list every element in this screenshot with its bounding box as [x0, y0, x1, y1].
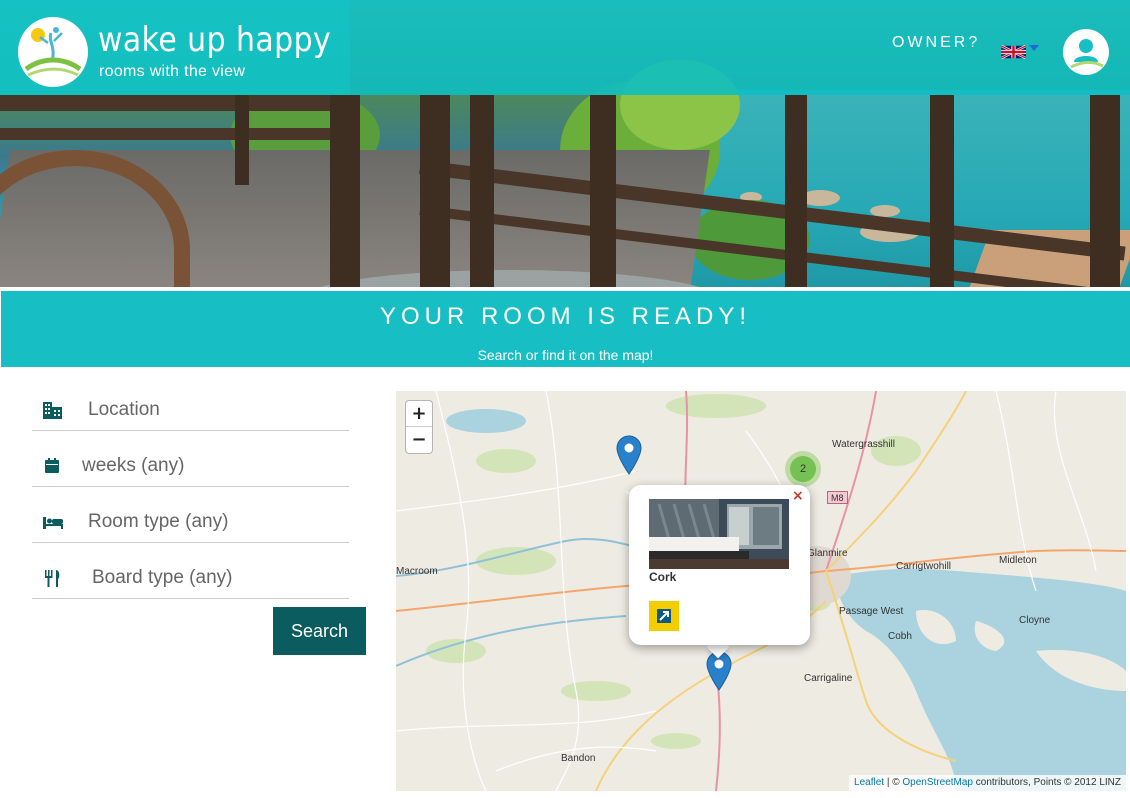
map-label: Midleton: [999, 555, 1037, 566]
map[interactable]: + − Watergrasshill Glanmire Carrigtwohil…: [396, 391, 1126, 791]
map-label: Bandon: [561, 753, 596, 764]
attribution-text: contributors, Points © 2012 LINZ: [973, 777, 1121, 788]
zoom-out-button[interactable]: −: [406, 427, 432, 453]
board-type-input[interactable]: [92, 559, 347, 597]
cluster-count: 2: [790, 456, 816, 482]
room-type-field: [32, 503, 349, 543]
brand-title: wake up happy: [98, 20, 332, 60]
map-label: Cloyne: [1019, 615, 1051, 626]
brand-subtitle: rooms with the view: [99, 63, 246, 80]
map-label: Cobh: [888, 631, 912, 642]
search-button[interactable]: Search: [273, 607, 366, 655]
building-icon: [42, 399, 64, 421]
weeks-field: [32, 447, 349, 487]
bed-icon: [42, 511, 64, 533]
close-icon[interactable]: ×: [792, 488, 804, 504]
map-label: Glanmire: [807, 548, 848, 559]
user-account-icon[interactable]: [1063, 29, 1109, 75]
map-label: Macroom: [396, 566, 438, 577]
weeks-input[interactable]: [82, 447, 337, 485]
map-label: Passage West: [839, 606, 904, 617]
location-input[interactable]: [88, 391, 343, 429]
calendar-icon: [42, 455, 64, 477]
map-attribution: Leaflet | © OpenStreetMap contributors, …: [849, 775, 1126, 791]
external-link-icon[interactable]: [649, 601, 679, 631]
attribution-separator: | ©: [884, 777, 903, 788]
room-type-input[interactable]: [88, 503, 343, 541]
uk-flag-icon[interactable]: [1001, 45, 1026, 59]
banner-title: YOUR ROOM IS READY!: [379, 303, 752, 330]
location-field: [32, 391, 349, 431]
zoom-in-button[interactable]: +: [406, 401, 432, 427]
leaflet-link[interactable]: Leaflet: [854, 777, 884, 788]
map-label: Watergrasshill: [832, 439, 895, 450]
osm-link[interactable]: OpenStreetMap: [902, 777, 973, 788]
map-popup: × Cork: [629, 485, 810, 645]
logo[interactable]: [18, 17, 88, 87]
owner-link[interactable]: OWNER?: [892, 34, 980, 52]
map-label: Carrigaline: [804, 673, 853, 684]
map-marker-icon[interactable]: [616, 435, 642, 475]
road-badge: M8: [827, 491, 848, 504]
room-photo[interactable]: [649, 499, 789, 569]
marker-cluster[interactable]: 2: [785, 451, 821, 487]
hero-banner: YOUR ROOM IS READY! Search or find it on…: [1, 291, 1130, 367]
chevron-down-icon[interactable]: [1029, 45, 1039, 51]
popup-title: Cork: [649, 570, 677, 584]
cutlery-icon: [42, 567, 64, 589]
zoom-control: + −: [405, 400, 433, 454]
banner-subtitle: Search or find it on the map!: [477, 347, 654, 363]
map-label: Carrigtwohill: [896, 561, 952, 572]
board-type-field: [32, 559, 349, 599]
